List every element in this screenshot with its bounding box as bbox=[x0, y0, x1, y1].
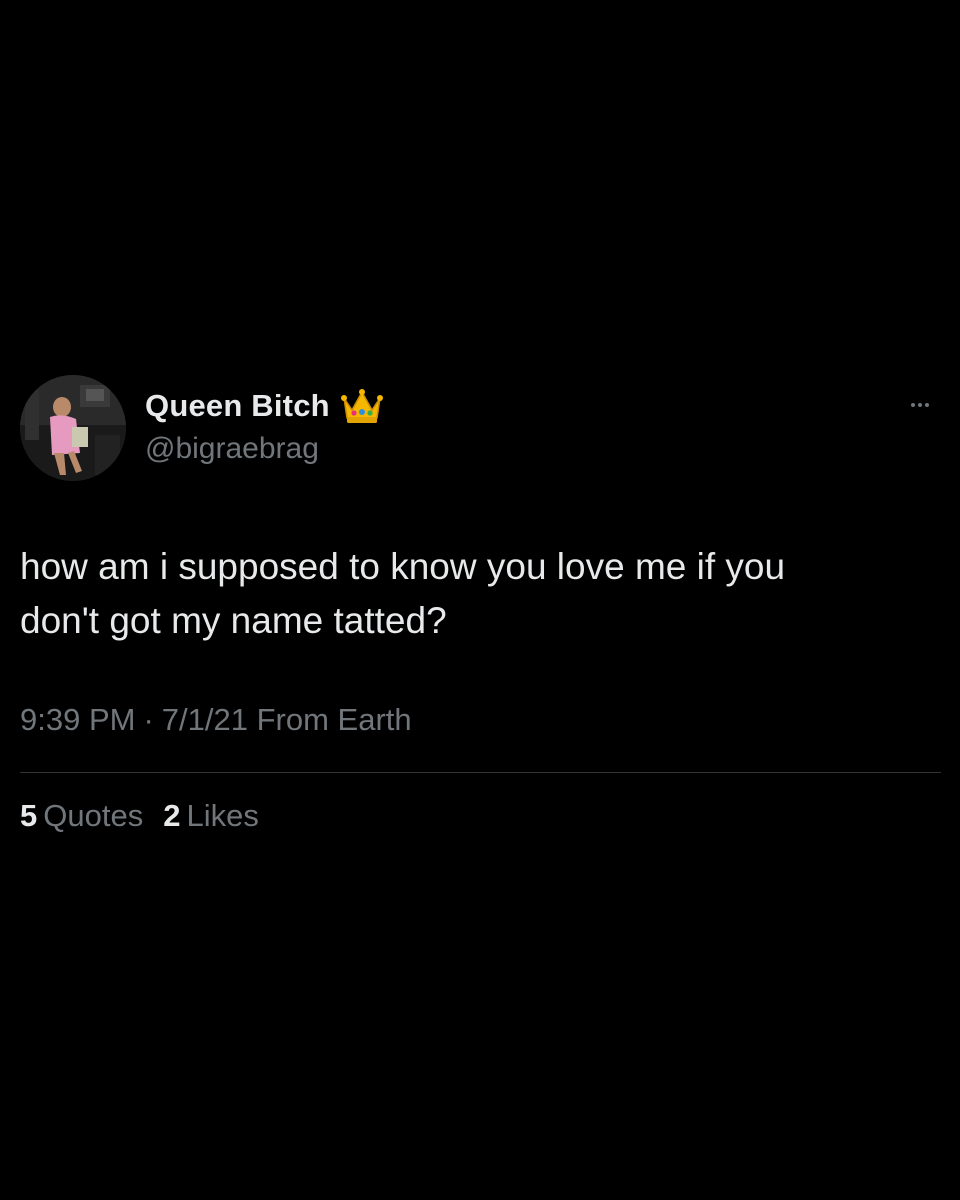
more-options-button[interactable] bbox=[898, 390, 942, 420]
tweet-time[interactable]: 9:39 PM bbox=[20, 702, 135, 737]
user-handle[interactable]: @bigraebrag bbox=[145, 432, 319, 466]
tweet-date[interactable]: 7/1/21 bbox=[162, 702, 248, 737]
tweet-stats: 5 Quotes 2 Likes bbox=[20, 798, 259, 834]
more-dot bbox=[918, 403, 922, 407]
quotes-label: Quotes bbox=[43, 798, 144, 833]
more-horizontal-icon bbox=[911, 403, 915, 407]
divider bbox=[20, 772, 941, 773]
avatar[interactable] bbox=[20, 375, 126, 481]
more-dot bbox=[925, 403, 929, 407]
tweet-meta: 9:39 PM · 7/1/21 From Earth bbox=[20, 702, 412, 738]
tweet-text: how am i supposed to know you love me if… bbox=[20, 546, 786, 641]
tweet-card: Queen Bitch @bigraebrag how am i suppose… bbox=[0, 0, 960, 1200]
quotes-stat[interactable]: 5 Quotes bbox=[20, 798, 143, 834]
crown-emoji-icon bbox=[340, 386, 384, 426]
display-name-row[interactable]: Queen Bitch bbox=[145, 384, 384, 428]
tweet-source: From Earth bbox=[256, 702, 412, 737]
quotes-count: 5 bbox=[20, 798, 38, 833]
likes-count: 2 bbox=[163, 798, 181, 833]
display-name[interactable]: Queen Bitch bbox=[145, 388, 330, 424]
meta-separator: · bbox=[143, 702, 154, 737]
likes-stat[interactable]: 2 Likes bbox=[163, 798, 259, 834]
likes-label: Likes bbox=[186, 798, 259, 833]
profile-photo bbox=[20, 375, 126, 481]
